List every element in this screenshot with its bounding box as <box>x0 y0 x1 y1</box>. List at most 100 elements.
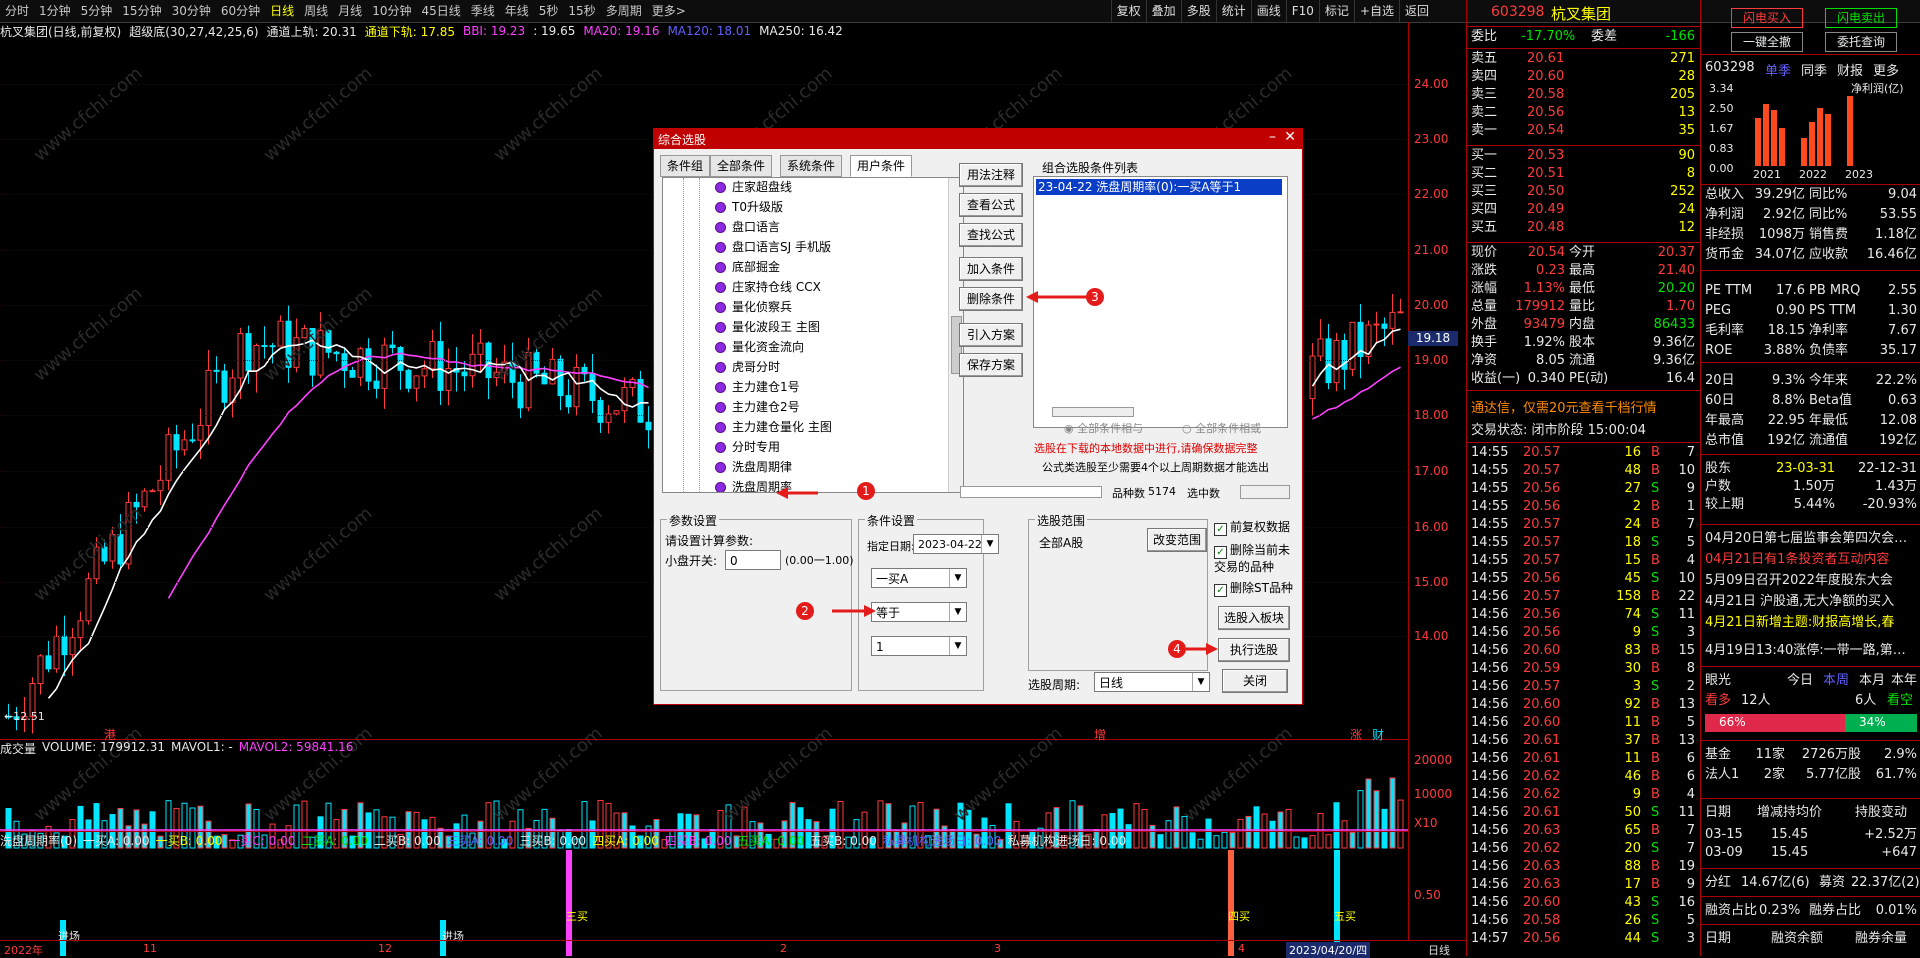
dialog-side-button[interactable]: 查找公式 <box>959 223 1023 247</box>
fin-row-cell: Beta值 <box>1809 393 1852 408</box>
fin-row: PE TTM 17.6 PB MRQ 2.55 <box>1705 282 1917 300</box>
period-tab[interactable]: 日线 <box>265 0 299 22</box>
dialog-side-button[interactable]: 用法注释 <box>959 163 1023 187</box>
price-tick: 20.00 <box>1414 298 1449 312</box>
volume-bar <box>1245 815 1252 849</box>
period-tab[interactable]: 5秒 <box>534 0 564 22</box>
stat-row-cell: 最低 <box>1569 281 1596 296</box>
sep <box>1467 242 1701 243</box>
toolbar-button[interactable]: 标记 <box>1318 0 1354 22</box>
news-item[interactable]: 4月21日新增主题:财报高增长,春 <box>1705 614 1917 632</box>
toolbar-button[interactable]: +自选 <box>1353 0 1399 22</box>
ask-row-cell: 20.56 <box>1527 105 1565 120</box>
toolbar-button[interactable]: 画线 <box>1250 0 1286 22</box>
period-tab[interactable]: 60分钟 <box>216 0 265 22</box>
stock-header: 603298 杭叉集团 <box>1467 0 1701 26</box>
candle-body <box>37 655 44 685</box>
fin-row: PEG 0.90 PS TTM 1.30 <box>1705 302 1917 320</box>
tick-row: 14:56 20.62 20 S 7 <box>1471 840 1697 858</box>
period-tab[interactable]: 年线 <box>500 0 534 22</box>
tick-row-cell: B <box>1651 715 1660 730</box>
tick-row-cell: 2 <box>1632 499 1641 514</box>
info-tab[interactable]: 财报 <box>1837 60 1863 79</box>
x-axis: 2022年 11 12 2 3 4 2023/04/20/四 日线 <box>0 940 1466 958</box>
tick-row-cell: 5 <box>1686 535 1695 550</box>
period-tab[interactable]: 分时 <box>0 0 34 22</box>
indicator-name[interactable]: 超级底(30,27,42,25,6) <box>129 23 258 40</box>
ad-banner[interactable]: 通达信，仅需20元查看千档行情 <box>1471 400 1697 418</box>
dialog-side-button[interactable]: 查看公式 <box>959 193 1023 217</box>
period-tab[interactable]: 周线 <box>299 0 333 22</box>
news-item[interactable]: 4月21日 沪股通,无大净额的买入 <box>1705 593 1917 611</box>
volume-bar <box>1141 808 1148 849</box>
x-axis-label: 3 <box>994 942 1001 955</box>
news-item[interactable]: 04月21日有1条投资者互动内容 <box>1705 551 1917 569</box>
tick-row-cell: 14:56 <box>1471 589 1509 604</box>
info-tab[interactable]: 同季 <box>1801 60 1827 79</box>
tick-row-cell: 44 <box>1624 931 1641 946</box>
toolbar-button[interactable]: 叠加 <box>1145 0 1181 22</box>
period-tab[interactable]: 30分钟 <box>167 0 216 22</box>
toolbar-button[interactable]: F10 <box>1285 0 1319 22</box>
bid-row-cell: 20.51 <box>1527 166 1565 181</box>
info-button[interactable]: 一键全撤 <box>1731 32 1803 52</box>
info-button[interactable]: 闪电买入 <box>1731 8 1803 28</box>
period-tab[interactable]: 10分钟 <box>367 0 416 22</box>
dialog-tab[interactable]: 系统条件 <box>780 155 843 177</box>
period-tab[interactable]: 15秒 <box>563 0 600 22</box>
volume-label[interactable]: 成交量 <box>0 740 36 756</box>
tick-row-cell: S <box>1651 535 1660 550</box>
profit-bar <box>1801 138 1807 166</box>
tick-row-cell: 20 <box>1624 841 1641 856</box>
tick-row-cell: 20.62 <box>1523 787 1561 802</box>
period-tab[interactable]: 多周期 <box>601 0 647 22</box>
period-tab[interactable]: 45日线 <box>416 0 465 22</box>
dialog-side-button[interactable]: 引入方案 <box>959 323 1023 347</box>
volume-bar <box>1389 777 1396 849</box>
info-tab[interactable]: 更多 <box>1873 60 1899 79</box>
bid-row-cell: 20.50 <box>1527 184 1565 199</box>
sep <box>1701 666 1920 667</box>
tick-row-cell: 14:56 <box>1471 805 1509 820</box>
tick-row-cell: 15 <box>1678 643 1695 658</box>
stat-row-cell: 内盘 <box>1569 317 1596 332</box>
period-tab[interactable]: 1分钟 <box>34 0 76 22</box>
tick-row-cell: 5 <box>1686 913 1695 928</box>
weibi-row-cell: 委差 <box>1591 29 1618 44</box>
tick-row-cell: 20.56 <box>1523 499 1561 514</box>
dialog-tab[interactable]: 用户条件 <box>850 155 913 177</box>
volume-bar <box>1373 790 1380 849</box>
toolbar-button[interactable]: 返回 <box>1398 0 1434 22</box>
stat-row-cell: 20.37 <box>1657 245 1695 260</box>
xipan-label[interactable]: 洗盘周期率(0) <box>0 832 77 848</box>
arrowhead-2 <box>864 605 876 617</box>
info-tab[interactable]: 单季 <box>1765 60 1791 79</box>
toolbar-button[interactable]: 统计 <box>1215 0 1251 22</box>
stat-row-cell: PE(动) <box>1569 371 1609 386</box>
tick-row-cell: 14:55 <box>1471 445 1509 460</box>
toolbar-button[interactable]: 复权 <box>1110 0 1146 22</box>
dialog-tab[interactable]: 全部条件 <box>710 155 773 177</box>
period-tab[interactable]: 季线 <box>466 0 500 22</box>
dialog-tab[interactable]: 条件组 <box>660 155 711 177</box>
info-button[interactable]: 闪电卖出 <box>1825 8 1897 28</box>
tick-row-cell: 65 <box>1624 823 1641 838</box>
toolbar-button[interactable]: 多股 <box>1180 0 1216 22</box>
x-axis-label: 11 <box>143 942 157 955</box>
period-tab[interactable]: 5分钟 <box>76 0 118 22</box>
period-tab[interactable]: 更多> <box>647 0 691 22</box>
candle-body <box>1373 323 1380 326</box>
dialog-side-button[interactable]: 加入条件 <box>959 257 1023 281</box>
dialog-side-button[interactable]: 保存方案 <box>959 353 1023 377</box>
sep <box>1701 270 1920 271</box>
candle-body <box>1381 323 1388 329</box>
period-tab[interactable]: 15分钟 <box>117 0 166 22</box>
ask-row-cell: 205 <box>1670 87 1695 102</box>
tick-row-cell: 20.57 <box>1523 589 1561 604</box>
news-item[interactable]: 04月20日第七届监事会第四次会… <box>1705 530 1917 548</box>
dialog-side-button[interactable]: 删除条件 <box>959 287 1023 311</box>
news-item[interactable]: 4月19日13:40涨停:一带一路,第… <box>1705 642 1917 660</box>
period-tab[interactable]: 月线 <box>333 0 367 22</box>
news-item[interactable]: 5月09日召开2022年度股东大会 <box>1705 572 1917 590</box>
info-button[interactable]: 委托查询 <box>1825 32 1897 52</box>
